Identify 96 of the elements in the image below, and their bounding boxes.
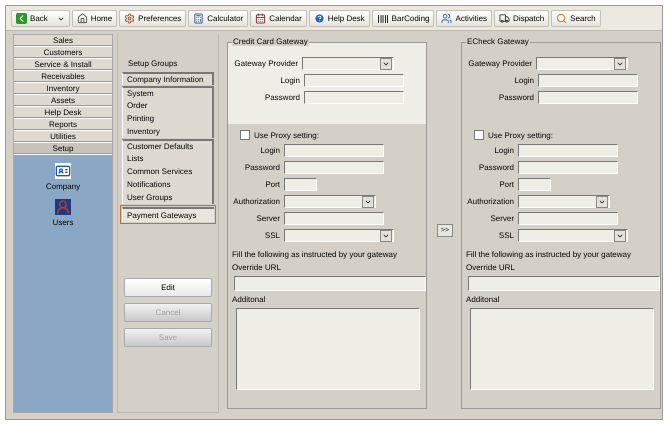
search-icon bbox=[556, 13, 568, 24]
action-button[interactable]: Edit bbox=[124, 278, 212, 297]
field-label: Gateway Provider bbox=[467, 59, 532, 68]
field-label: Port bbox=[498, 180, 514, 189]
input-field[interactable] bbox=[518, 144, 618, 157]
toolbar-button[interactable]: Home bbox=[72, 10, 118, 27]
field-label: Password bbox=[244, 163, 280, 172]
field-label: Override URL bbox=[231, 263, 282, 272]
instruction-text: Fill the following as instructed by your gateway bbox=[465, 250, 632, 259]
section-title: Setup Groups bbox=[127, 59, 178, 70]
toolbar-button[interactable]: Calendar bbox=[250, 10, 307, 27]
checkbox-label: Use Proxy setting: bbox=[488, 130, 553, 140]
toolbar-button[interactable]: Activities bbox=[436, 10, 492, 27]
nav-item[interactable]: Assets bbox=[14, 95, 112, 107]
nav-item[interactable]: Utilities bbox=[14, 131, 112, 143]
group-item[interactable]: User Groups bbox=[122, 191, 214, 204]
field-label: Login bbox=[493, 146, 514, 155]
dropdown-field[interactable] bbox=[536, 57, 628, 70]
group-item[interactable]: Company Information bbox=[122, 72, 214, 85]
input-field[interactable] bbox=[284, 178, 317, 191]
nav-item[interactable]: Inventory bbox=[14, 83, 112, 95]
nav-item[interactable]: Reports bbox=[14, 119, 112, 131]
shortcut-button[interactable]: Users bbox=[52, 199, 74, 227]
input-field[interactable] bbox=[304, 91, 404, 104]
input-field[interactable] bbox=[304, 74, 404, 87]
input-field[interactable] bbox=[468, 276, 660, 291]
settings-icon bbox=[124, 13, 136, 24]
group-item[interactable]: Lists bbox=[122, 152, 214, 165]
field-label: Server bbox=[489, 214, 514, 223]
toolbar-button[interactable]: Calculator bbox=[188, 10, 248, 27]
input-field[interactable] bbox=[284, 161, 384, 174]
toolbar-button[interactable]: Dispatch bbox=[494, 10, 550, 27]
input-field[interactable] bbox=[538, 91, 638, 104]
field-label: Login bbox=[513, 76, 534, 85]
calculator-icon bbox=[193, 13, 204, 24]
checkbox-label: Use Proxy setting: bbox=[254, 130, 319, 140]
input-field[interactable] bbox=[284, 212, 384, 225]
field-label: Password bbox=[478, 163, 514, 172]
checkbox[interactable] bbox=[474, 130, 484, 140]
input-field[interactable] bbox=[518, 178, 551, 191]
field-label: Override URL bbox=[465, 263, 516, 272]
truck-icon bbox=[499, 13, 510, 24]
toolbar-button[interactable]: Preferences bbox=[119, 10, 186, 27]
panel-title: ECheck Gateway bbox=[466, 37, 530, 46]
field-label: SSL bbox=[498, 231, 514, 240]
id-card-icon bbox=[55, 163, 71, 179]
input-field[interactable] bbox=[538, 74, 638, 87]
nav-item[interactable]: Receivables bbox=[14, 71, 112, 83]
toolbar-button[interactable]: Search bbox=[551, 10, 601, 27]
people-icon bbox=[441, 13, 452, 24]
nav-item[interactable]: Service & Install bbox=[14, 59, 112, 71]
toolbar-button[interactable]: Help Desk bbox=[308, 10, 370, 27]
panel-title: Credit Card Gateway bbox=[232, 37, 309, 46]
field-label: Authorization bbox=[232, 197, 280, 206]
shortcut-button[interactable]: Company bbox=[46, 163, 80, 191]
field-label: Additonal bbox=[231, 295, 266, 304]
field-label: Port bbox=[264, 180, 280, 189]
dropdown-field[interactable] bbox=[518, 195, 610, 208]
group-item[interactable]: Notifications bbox=[122, 178, 214, 191]
checkbox[interactable] bbox=[240, 130, 250, 140]
group-item[interactable]: Payment Gateways bbox=[122, 207, 214, 222]
nav-item[interactable]: Setup bbox=[14, 143, 112, 155]
field-label: Password bbox=[264, 93, 300, 102]
input-field[interactable] bbox=[284, 144, 384, 157]
input-field[interactable] bbox=[518, 212, 618, 225]
input-field[interactable] bbox=[518, 161, 618, 174]
dropdown-field[interactable] bbox=[284, 195, 376, 208]
group-item[interactable]: Common Services bbox=[122, 165, 214, 178]
help-icon bbox=[314, 13, 325, 24]
field-label: Authorization bbox=[466, 197, 514, 206]
toolbar-button[interactable]: Back bbox=[11, 10, 70, 27]
field-label: Additonal bbox=[465, 295, 500, 304]
dropdown-field[interactable] bbox=[302, 57, 394, 70]
dropdown-field[interactable] bbox=[518, 229, 628, 242]
nav-item[interactable]: Sales bbox=[14, 35, 112, 47]
toolbar-button[interactable]: BarCoding bbox=[372, 10, 434, 27]
field-label: Login bbox=[259, 146, 280, 155]
input-field[interactable] bbox=[234, 276, 426, 291]
field-label: SSL bbox=[264, 231, 280, 240]
nav-item[interactable]: Customers bbox=[14, 47, 112, 59]
field-label: Server bbox=[255, 214, 280, 223]
field-label: Password bbox=[498, 93, 534, 102]
barcode-icon bbox=[376, 12, 389, 24]
group-item[interactable]: Inventory bbox=[122, 125, 214, 138]
home-icon bbox=[76, 13, 88, 24]
group-item[interactable]: Printing bbox=[122, 112, 214, 125]
user-icon bbox=[54, 199, 71, 215]
field-label: Login bbox=[279, 76, 300, 85]
group-item[interactable]: System bbox=[122, 86, 214, 99]
dropdown-field[interactable] bbox=[284, 229, 394, 242]
group-item[interactable]: Order bbox=[122, 99, 214, 112]
group-item[interactable]: Customer Defaults bbox=[122, 139, 214, 152]
calendar-icon bbox=[255, 13, 266, 24]
nav-item[interactable]: Help Desk bbox=[14, 107, 112, 119]
field-label: Gateway Provider bbox=[233, 59, 298, 68]
instruction-text: Fill the following as instructed by your gateway bbox=[231, 250, 398, 259]
